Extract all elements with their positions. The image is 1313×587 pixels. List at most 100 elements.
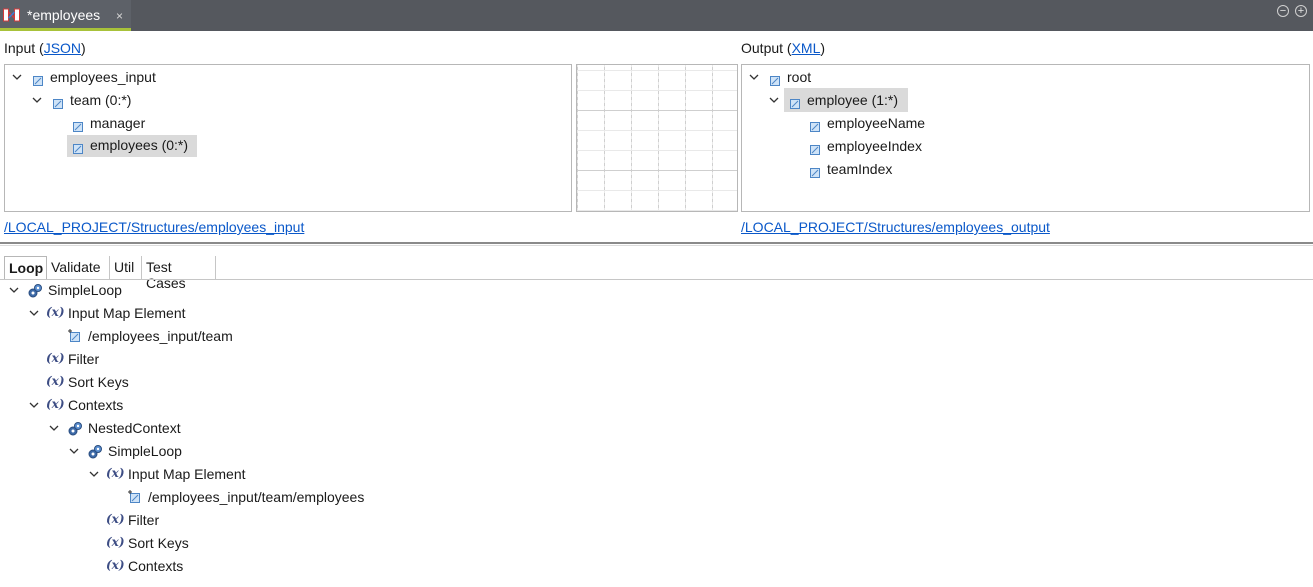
loop-node-label: SimpleLoop — [108, 443, 182, 459]
maximize-icon[interactable]: + — [1295, 5, 1307, 17]
element-box-icon — [770, 73, 780, 86]
tab-loop[interactable]: Loop — [4, 256, 47, 280]
loop-node-contexts[interactable]: (x) Contexts — [0, 395, 160, 417]
editor-tab-title: *employees — [27, 7, 101, 23]
loop-node-input-map-element-nested[interactable]: (x) Input Map Element — [0, 464, 280, 486]
tab-test-cases[interactable]: Test Cases — [142, 256, 216, 291]
variable-x-icon: (x) — [46, 397, 65, 411]
loop-node-label: /employees_input/team/employees — [148, 489, 365, 505]
gear-loop-icon — [88, 445, 102, 459]
loop-node-label: Contexts — [128, 558, 184, 574]
variable-x-icon: (x) — [46, 374, 65, 388]
tree-node-manager[interactable]: manager — [5, 113, 205, 135]
input-structure-path-link[interactable]: /LOCAL_PROJECT/Structures/employees_inpu… — [4, 219, 304, 235]
chevron-down-icon[interactable] — [69, 446, 79, 456]
variable-x-icon: (x) — [106, 558, 125, 572]
loop-node-sort-keys-nested[interactable]: (x) Sort Keys — [0, 533, 200, 555]
variable-x-icon: (x) — [46, 351, 65, 365]
variable-x-icon: (x) — [106, 466, 125, 480]
loop-node-simpleloop[interactable]: SimpleLoop — [0, 280, 200, 302]
element-box-icon — [790, 96, 800, 109]
map-editor-icon — [3, 8, 20, 22]
tree-node-label: root — [787, 69, 812, 85]
tree-node-teamindex[interactable]: teamIndex — [742, 159, 962, 181]
loop-node-label: Sort Keys — [128, 535, 189, 551]
chevron-down-icon[interactable] — [12, 72, 22, 82]
grid-dash-overlay — [577, 65, 737, 211]
loop-node-label: Input Map Element — [68, 305, 186, 321]
element-box-icon — [810, 165, 820, 178]
tree-node-label: employees_input — [50, 69, 156, 85]
chevron-down-icon[interactable] — [749, 72, 759, 82]
mapping-file-icon — [128, 490, 140, 503]
tab-util[interactable]: Util — [110, 256, 142, 280]
element-box-icon — [810, 119, 820, 132]
output-label-suffix: ) — [820, 40, 826, 56]
tree-node-label: employeeIndex — [827, 138, 922, 154]
output-format-link[interactable]: XML — [792, 40, 821, 56]
chevron-down-icon[interactable] — [9, 285, 19, 295]
variable-x-icon: (x) — [46, 305, 65, 319]
element-box-icon — [810, 142, 820, 155]
chevron-down-icon[interactable] — [29, 308, 39, 318]
loop-node-label: Filter — [128, 512, 160, 528]
loop-node-input-map-element[interactable]: (x) Input Map Element — [0, 303, 220, 325]
loop-node-label: NestedContext — [88, 420, 181, 436]
element-box-icon — [73, 119, 83, 132]
chevron-down-icon[interactable] — [89, 469, 99, 479]
element-box-icon — [73, 141, 83, 154]
variable-x-icon: (x) — [106, 512, 125, 526]
output-label: Output (XML) — [741, 40, 825, 56]
loop-node-label: Input Map Element — [128, 466, 246, 482]
output-label-prefix: Output ( — [741, 40, 792, 56]
tab-validate[interactable]: Validate — [47, 256, 110, 280]
output-structure-path-link[interactable]: /LOCAL_PROJECT/Structures/employees_outp… — [741, 219, 1050, 235]
chevron-down-icon[interactable] — [49, 423, 59, 433]
loop-node-contexts-nested[interactable]: (x) Contexts — [0, 556, 200, 578]
mapping-file-icon — [68, 329, 80, 342]
tree-node-employeename[interactable]: employeeName — [742, 113, 962, 135]
chevron-down-icon[interactable] — [769, 95, 779, 105]
loop-node-filter-nested[interactable]: (x) Filter — [0, 510, 200, 532]
loop-node-employees-path[interactable]: /employees_input/team/employees — [0, 487, 400, 509]
loop-node-label: Filter — [68, 351, 100, 367]
loop-tree[interactable]: SimpleLoop (x) Input Map Element /employ… — [0, 280, 1313, 587]
tree-node-employee[interactable]: employee (1:*) — [742, 88, 912, 112]
mapping-canvas[interactable] — [576, 64, 738, 212]
tree-node-employees-input[interactable]: employees_input — [5, 67, 205, 89]
loop-node-sort-keys[interactable]: (x) Sort Keys — [0, 372, 160, 394]
input-format-link[interactable]: JSON — [44, 40, 81, 56]
minimize-icon[interactable]: − — [1277, 5, 1289, 17]
pane-sash[interactable] — [0, 242, 1313, 244]
input-label-suffix: ) — [81, 40, 86, 56]
element-box-icon — [53, 96, 63, 109]
output-tree[interactable]: root employee (1:*) employeeName employe… — [741, 64, 1310, 212]
loop-node-label: Contexts — [68, 397, 124, 413]
tree-node-employees[interactable]: employees (0:*) — [67, 135, 197, 157]
close-icon[interactable]: × — [116, 10, 123, 22]
loop-node-label: SimpleLoop — [48, 282, 122, 298]
loop-node-filter[interactable]: (x) Filter — [0, 349, 160, 371]
input-tree[interactable]: employees_input team (0:*) manager emplo… — [4, 64, 572, 212]
loop-node-simpleloop-nested[interactable]: SimpleLoop — [0, 441, 220, 463]
editor-titlebar: *employees × − + — [0, 0, 1313, 31]
editor-tab-employees[interactable]: *employees × — [0, 0, 131, 31]
loop-node-team-path[interactable]: /employees_input/team — [0, 326, 260, 348]
tree-node-employeeindex[interactable]: employeeIndex — [742, 136, 962, 158]
element-box-icon — [33, 73, 43, 86]
tree-node-label: employees (0:*) — [90, 137, 189, 153]
loop-node-label: /employees_input/team — [88, 328, 233, 344]
pane-sash-highlight — [0, 245, 1313, 246]
chevron-down-icon[interactable] — [32, 95, 42, 105]
loop-node-label: Sort Keys — [68, 374, 129, 390]
tree-node-root[interactable]: root — [742, 67, 942, 89]
input-label: Input (JSON) — [4, 40, 86, 56]
tree-node-label: employee (1:*) — [807, 92, 899, 108]
tree-node-label: team (0:*) — [70, 92, 132, 108]
tree-node-team[interactable]: team (0:*) — [5, 90, 205, 112]
chevron-down-icon[interactable] — [29, 400, 39, 410]
loop-node-nestedcontext[interactable]: NestedContext — [0, 418, 220, 440]
gear-loop-icon — [68, 422, 82, 436]
tree-node-label: manager — [90, 115, 146, 131]
tree-node-label: employeeName — [827, 115, 926, 131]
